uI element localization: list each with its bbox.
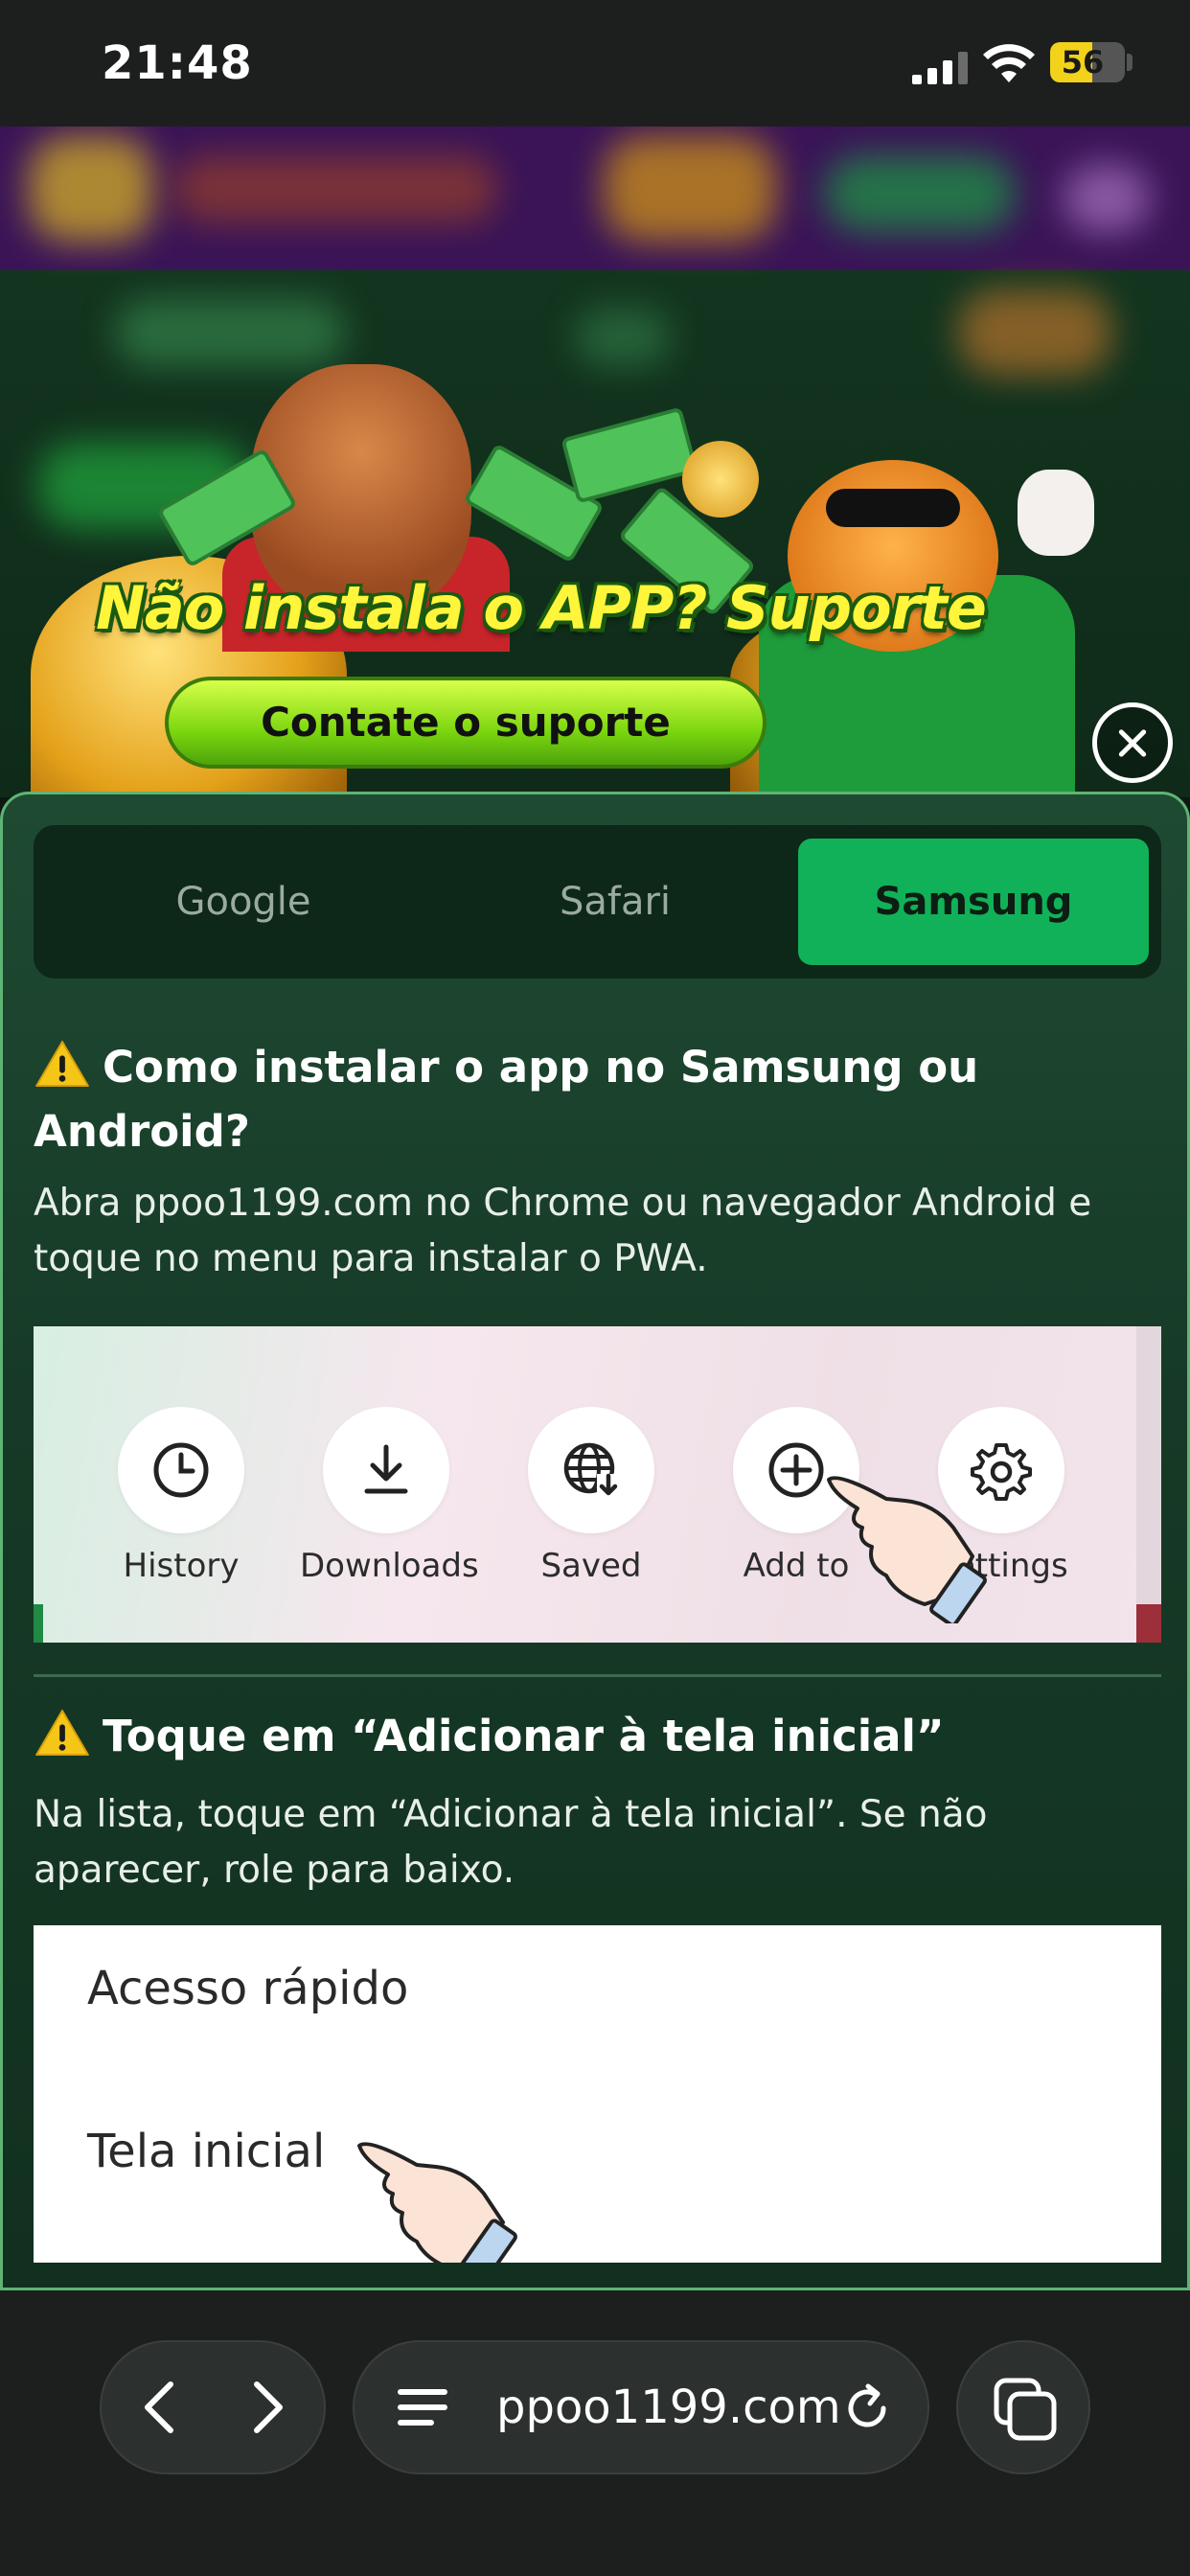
warning-icon <box>35 1040 89 1088</box>
address-bar[interactable]: ppoo1199.com <box>353 2340 929 2474</box>
list-item-tela-inicial: Tela inicial <box>87 2125 326 2178</box>
tabs-icon <box>994 2378 1057 2441</box>
wifi-icon <box>983 44 1035 82</box>
cellular-signal-icon <box>912 52 968 84</box>
forward-chevron-icon[interactable] <box>245 2380 291 2434</box>
menu-lines-icon[interactable] <box>397 2386 448 2428</box>
battery-percent: 56 <box>1061 44 1105 80</box>
install-instructions-panel: Google Safari Samsung Como instalar o ap… <box>0 792 1190 2290</box>
plus-circle-icon <box>768 1442 824 1498</box>
reload-icon[interactable] <box>841 2382 893 2434</box>
section1-title-line2: Android? <box>34 1106 250 1157</box>
url-text: ppoo1199.com <box>496 2380 841 2434</box>
menu-item-history: History <box>95 1407 267 1585</box>
section2-title-text: Toque em “Adicionar à tela inicial” <box>103 1711 945 1761</box>
pointing-hand-icon <box>357 2142 517 2263</box>
menu-item-saved: Saved <box>505 1407 677 1585</box>
divider <box>34 1674 1161 1677</box>
sunglasses-image <box>826 489 960 527</box>
add-to-home-screenshot: Acesso rápido Tela inicial <box>34 1925 1161 2263</box>
nav-buttons <box>100 2340 326 2474</box>
tabs-button[interactable] <box>956 2340 1090 2474</box>
promo-banner: Não instala o APP? Suporte Contate o sup… <box>31 364 1152 795</box>
tab-samsung[interactable]: Samsung <box>798 839 1149 965</box>
status-time: 21:48 <box>102 36 253 90</box>
back-chevron-icon[interactable] <box>136 2380 182 2434</box>
browser-tabs: Google Safari Samsung <box>34 825 1161 978</box>
status-bar: 21:48 56 <box>0 0 1190 126</box>
cat-image <box>1018 470 1094 556</box>
menu-item-downloads: Downloads <box>300 1407 479 1585</box>
samsung-menu-screenshot: History Downloads Saved Add to Settings <box>34 1326 1161 1643</box>
battery-icon: 56 <box>1050 42 1125 82</box>
section1-description: Abra ppoo1199.com no Chrome ou navegador… <box>34 1182 1092 1225</box>
tab-safari[interactable]: Safari <box>440 839 790 965</box>
banner-headline: Não instala o APP? Suporte <box>96 573 987 643</box>
section1-description-line2: toque no menu para instalar o PWA. <box>34 1237 708 1280</box>
section1-title: Como instalar o app no Samsung ou <box>34 1034 1135 1100</box>
section2-title: Toque em “Adicionar à tela inicial” <box>34 1703 1135 1769</box>
section2-description: Na lista, toque em “Adicionar à tela ini… <box>34 1793 988 1836</box>
list-item-acesso-rapido: Acesso rápido <box>87 1962 409 2015</box>
download-icon <box>364 1444 408 1494</box>
contact-support-button[interactable]: Contate o suporte <box>165 677 767 769</box>
section2-description-line2: aparecer, role para baixo. <box>34 1849 515 1892</box>
section1-title-text: Como instalar o app no Samsung ou <box>103 1042 979 1092</box>
tab-google[interactable]: Google <box>68 839 419 965</box>
warning-icon <box>35 1709 89 1757</box>
pointing-hand-icon <box>827 1476 987 1623</box>
close-icon[interactable] <box>1092 702 1173 783</box>
browser-toolbar: ppoo1199.com <box>0 2290 1190 2576</box>
clock-icon <box>153 1442 209 1498</box>
globe-download-icon <box>563 1442 620 1499</box>
